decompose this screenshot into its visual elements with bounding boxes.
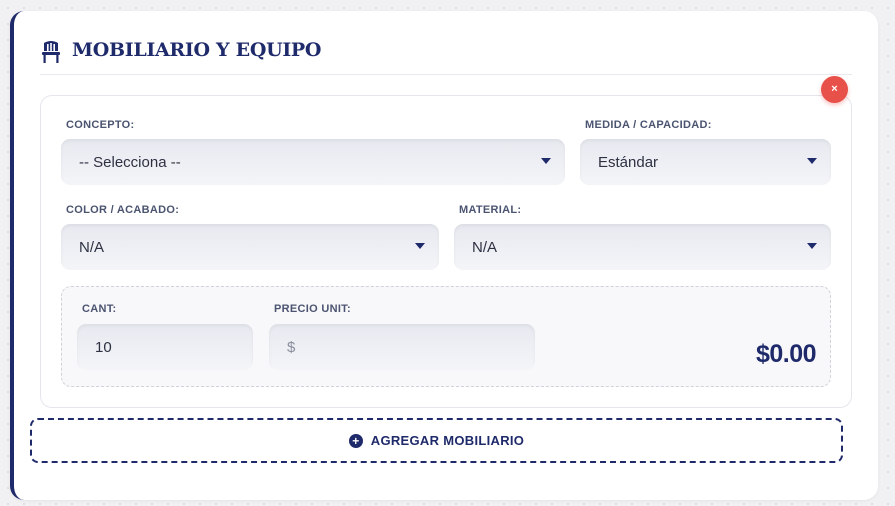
chevron-down-icon (415, 243, 425, 249)
concepto-select[interactable]: -- Selecciona -- (61, 139, 565, 185)
medida-select[interactable]: Estándar (580, 139, 831, 185)
chevron-down-icon (807, 243, 817, 249)
medida-label: MEDIDA / CAPACIDAD: (585, 119, 712, 131)
pricing-box: CANT: 10 PRECIO UNIT: $ $0.00 (61, 286, 831, 387)
chevron-down-icon (807, 158, 817, 164)
material-label: MATERIAL: (459, 204, 522, 216)
concepto-label: CONCEPTO: (66, 119, 135, 131)
remove-item-button[interactable]: × (821, 76, 848, 103)
total-amount: $0.00 (755, 340, 817, 368)
cantidad-label: CANT: (82, 303, 117, 315)
precio-label: PRECIO UNIT: (274, 303, 351, 315)
add-mobiliario-label: AGREGAR MOBILIARIO (370, 433, 525, 448)
item-row: CONCEPTO: -- Selecciona -- MEDIDA / CAPA… (40, 95, 852, 408)
chevron-down-icon (541, 158, 551, 164)
color-label: COLOR / ACABADO: (66, 204, 180, 216)
color-select[interactable]: N/A (61, 224, 439, 270)
concepto-value: -- Selecciona -- (79, 153, 181, 171)
precio-placeholder: $ (287, 338, 296, 356)
color-value: N/A (79, 238, 105, 256)
cantidad-value: 10 (95, 338, 112, 356)
section-title: MOBILIARIO Y EQUIPO (72, 39, 322, 61)
material-select[interactable]: N/A (454, 224, 831, 270)
medida-value: Estándar (598, 153, 659, 171)
precio-input[interactable]: $ (269, 324, 535, 370)
section-header: MOBILIARIO Y EQUIPO (40, 38, 852, 75)
cantidad-input[interactable]: 10 (77, 324, 253, 370)
plus-circle-icon: + (348, 433, 363, 448)
add-mobiliario-button[interactable]: + AGREGAR MOBILIARIO (30, 418, 843, 463)
material-value: N/A (472, 238, 498, 256)
chair-icon (42, 41, 60, 63)
